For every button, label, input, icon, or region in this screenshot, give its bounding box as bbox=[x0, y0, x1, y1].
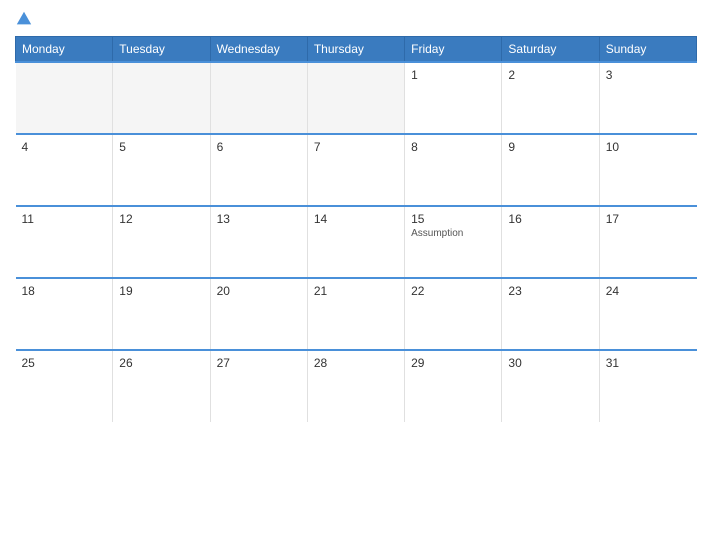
weekday-header-friday: Friday bbox=[405, 37, 502, 63]
calendar-cell: 1 bbox=[405, 62, 502, 134]
logo bbox=[15, 10, 37, 28]
calendar-cell: 26 bbox=[113, 350, 210, 422]
calendar-cell: 7 bbox=[307, 134, 404, 206]
day-number: 25 bbox=[22, 356, 107, 370]
calendar-cell: 4 bbox=[16, 134, 113, 206]
day-number: 20 bbox=[217, 284, 301, 298]
calendar-week-row: 11 12 13 14 15 Assumption 16 17 bbox=[16, 206, 697, 278]
day-number: 4 bbox=[22, 140, 107, 154]
day-number: 5 bbox=[119, 140, 203, 154]
calendar-cell: 12 bbox=[113, 206, 210, 278]
calendar-cell bbox=[113, 62, 210, 134]
day-number: 29 bbox=[411, 356, 495, 370]
weekday-header-saturday: Saturday bbox=[502, 37, 599, 63]
day-number: 11 bbox=[22, 212, 107, 226]
weekday-header-sunday: Sunday bbox=[599, 37, 696, 63]
day-number: 22 bbox=[411, 284, 495, 298]
calendar-cell: 3 bbox=[599, 62, 696, 134]
calendar-cell: 2 bbox=[502, 62, 599, 134]
weekday-header-row: MondayTuesdayWednesdayThursdayFridaySatu… bbox=[16, 37, 697, 63]
weekday-header-thursday: Thursday bbox=[307, 37, 404, 63]
calendar-cell: 13 bbox=[210, 206, 307, 278]
calendar-cell: 21 bbox=[307, 278, 404, 350]
day-number: 24 bbox=[606, 284, 691, 298]
day-number: 7 bbox=[314, 140, 398, 154]
day-number: 14 bbox=[314, 212, 398, 226]
day-number: 12 bbox=[119, 212, 203, 226]
calendar-cell: 31 bbox=[599, 350, 696, 422]
calendar-week-row: 18 19 20 21 22 23 24 bbox=[16, 278, 697, 350]
weekday-header-tuesday: Tuesday bbox=[113, 37, 210, 63]
calendar-week-row: 456789 10 bbox=[16, 134, 697, 206]
calendar-cell: 14 bbox=[307, 206, 404, 278]
weekday-header-wednesday: Wednesday bbox=[210, 37, 307, 63]
day-number: 1 bbox=[411, 68, 495, 82]
calendar-table: MondayTuesdayWednesdayThursdayFridaySatu… bbox=[15, 36, 697, 422]
calendar-page: MondayTuesdayWednesdayThursdayFridaySatu… bbox=[0, 0, 712, 550]
calendar-cell: 15 Assumption bbox=[405, 206, 502, 278]
day-number: 21 bbox=[314, 284, 398, 298]
day-number: 18 bbox=[22, 284, 107, 298]
day-number: 27 bbox=[217, 356, 301, 370]
calendar-cell: 30 bbox=[502, 350, 599, 422]
day-number: 8 bbox=[411, 140, 495, 154]
calendar-cell: 24 bbox=[599, 278, 696, 350]
calendar-cell: 10 bbox=[599, 134, 696, 206]
calendar-cell: 29 bbox=[405, 350, 502, 422]
calendar-week-row: 123 bbox=[16, 62, 697, 134]
calendar-cell: 20 bbox=[210, 278, 307, 350]
day-number: 13 bbox=[217, 212, 301, 226]
calendar-cell bbox=[16, 62, 113, 134]
day-number: 6 bbox=[217, 140, 301, 154]
day-number: 3 bbox=[606, 68, 691, 82]
calendar-cell: 28 bbox=[307, 350, 404, 422]
calendar-cell: 17 bbox=[599, 206, 696, 278]
day-number: 9 bbox=[508, 140, 592, 154]
day-number: 30 bbox=[508, 356, 592, 370]
day-event: Assumption bbox=[411, 228, 495, 239]
logo-icon bbox=[15, 10, 33, 28]
calendar-cell: 16 bbox=[502, 206, 599, 278]
day-number: 19 bbox=[119, 284, 203, 298]
calendar-cell: 25 bbox=[16, 350, 113, 422]
calendar-cell: 9 bbox=[502, 134, 599, 206]
day-number: 23 bbox=[508, 284, 592, 298]
calendar-cell bbox=[307, 62, 404, 134]
day-number: 17 bbox=[606, 212, 691, 226]
calendar-cell: 6 bbox=[210, 134, 307, 206]
weekday-header-monday: Monday bbox=[16, 37, 113, 63]
calendar-week-row: 25 26 27 28 29 30 31 bbox=[16, 350, 697, 422]
day-number: 28 bbox=[314, 356, 398, 370]
calendar-cell bbox=[210, 62, 307, 134]
calendar-cell: 22 bbox=[405, 278, 502, 350]
day-number: 2 bbox=[508, 68, 592, 82]
header bbox=[15, 10, 697, 28]
day-number: 10 bbox=[606, 140, 691, 154]
calendar-cell: 11 bbox=[16, 206, 113, 278]
calendar-cell: 5 bbox=[113, 134, 210, 206]
day-number: 26 bbox=[119, 356, 203, 370]
calendar-cell: 23 bbox=[502, 278, 599, 350]
calendar-cell: 8 bbox=[405, 134, 502, 206]
calendar-cell: 27 bbox=[210, 350, 307, 422]
day-number: 15 bbox=[411, 212, 495, 226]
calendar-cell: 18 bbox=[16, 278, 113, 350]
day-number: 31 bbox=[606, 356, 691, 370]
calendar-cell: 19 bbox=[113, 278, 210, 350]
day-number: 16 bbox=[508, 212, 592, 226]
